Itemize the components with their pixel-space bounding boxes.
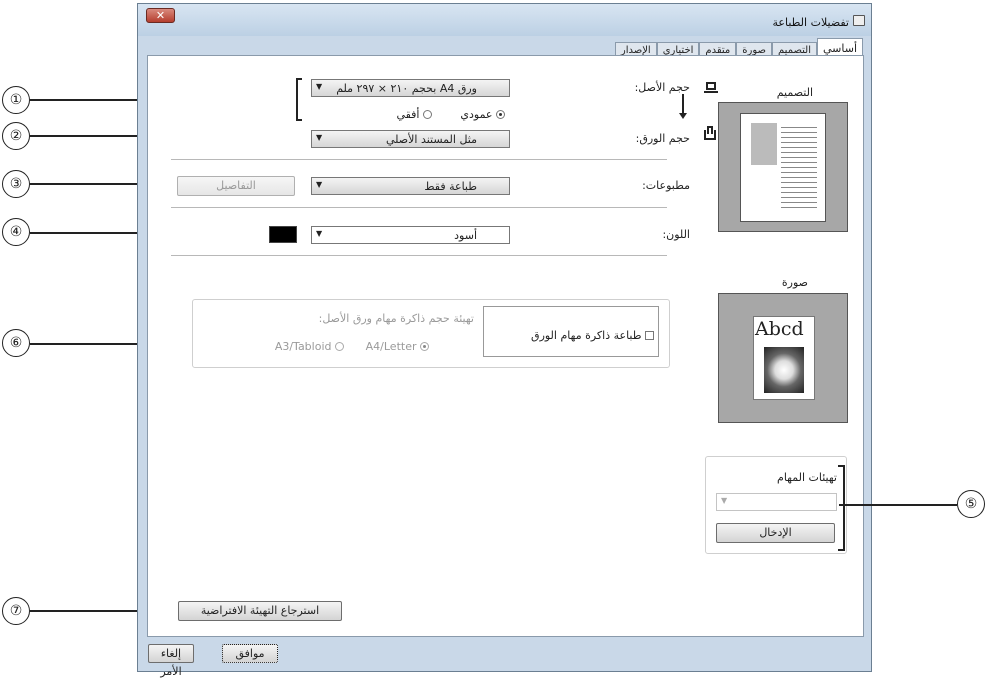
restore-defaults-button[interactable]: استرجاع التهيئة الافتراضية — [178, 601, 342, 621]
callout-5: ⑤ — [957, 490, 985, 518]
bracket-5 — [838, 465, 845, 551]
original-size-label: حجم الأصل: — [634, 81, 690, 94]
portrait-label: عمودي — [460, 108, 493, 121]
chevron-down-icon: ▼ — [316, 82, 323, 91]
printer-preferences-window: ✕ تفضيلات الطباعة أساسي التصميم صورة متق… — [137, 3, 872, 678]
paper-size-value: مثل المستند الأصلي — [385, 133, 477, 146]
checkbox-icon[interactable] — [645, 331, 654, 340]
paper-sheet-icon — [707, 126, 713, 134]
divider — [171, 255, 667, 256]
callout-5-line — [839, 504, 957, 506]
job-memory-group: طباعة ذاكرة مهام الورق تهيئة حجم ذاكرة م… — [192, 299, 670, 368]
paper-size-label: حجم الورق: — [635, 132, 690, 145]
image-block — [751, 123, 777, 165]
monitor-stand — [704, 91, 718, 93]
title-bar: ✕ تفضيلات الطباعة — [138, 4, 871, 36]
layout-preview-title: التصميم — [776, 86, 813, 99]
option-a3-tabloid[interactable]: A3/Tabloid — [275, 340, 344, 353]
a3-tabloid-label: A3/Tabloid — [274, 340, 332, 353]
bracket-1 — [296, 78, 302, 121]
cancel-button[interactable]: إلغاء الأمر — [148, 644, 194, 678]
close-button[interactable]: ✕ — [146, 8, 175, 23]
job-settings-group: تهيئات المهام ▼ الإدخال — [705, 456, 847, 554]
callout-2: ② — [2, 122, 30, 150]
a4-letter-radio[interactable] — [420, 342, 429, 351]
chevron-down-icon: ▼ — [316, 133, 323, 142]
callout-1: ① — [2, 86, 30, 114]
image-preview-title: صورة — [781, 276, 808, 289]
landscape-label: أفقي — [396, 108, 420, 121]
divider — [171, 159, 667, 160]
landscape-radio[interactable] — [423, 110, 432, 119]
output-value: طباعة فقط — [424, 180, 477, 193]
page-thumbnail — [740, 113, 826, 222]
portrait-radio[interactable] — [496, 110, 505, 119]
output-select[interactable]: ▼ طباعة فقط — [311, 177, 510, 195]
job-memory-checkbox-box: طباعة ذاكرة مهام الورق — [483, 306, 659, 357]
layout-preview — [718, 102, 848, 232]
job-settings-select[interactable]: ▼ — [716, 493, 837, 511]
color-label: اللون: — [662, 228, 690, 241]
printer-icon — [853, 15, 865, 26]
image-preview: Abcd — [718, 293, 848, 423]
output-label: مطبوعات: — [642, 179, 690, 192]
job-memory-description: تهيئة حجم ذاكرة مهام ورق الأصل: — [318, 312, 474, 325]
sample-text: Abcd — [755, 318, 804, 340]
monitor-icon — [706, 82, 716, 90]
color-swatch — [269, 226, 297, 243]
callout-6: ⑥ — [2, 329, 30, 357]
basic-tab-panel: حجم الأصل: ▼ ورق A4 بحجم ٢١٠ × ٢٩٧ ملم ع… — [147, 55, 864, 637]
a3-tabloid-radio[interactable] — [335, 342, 344, 351]
option-a4-letter[interactable]: A4/Letter — [366, 340, 429, 353]
paper-size-select[interactable]: ▼ مثل المستند الأصلي — [311, 130, 510, 148]
color-value: أسود — [454, 229, 477, 242]
divider — [171, 207, 667, 208]
callout-4: ④ — [2, 218, 30, 246]
original-size-value: ورق A4 بحجم ٢١٠ × ٢٩٧ ملم — [336, 82, 477, 95]
down-arrow-head — [679, 113, 687, 119]
job-memory-checkbox[interactable]: طباعة ذاكرة مهام الورق — [531, 329, 654, 342]
a4-letter-label: A4/Letter — [365, 340, 417, 353]
job-memory-checkbox-label: طباعة ذاكرة مهام الورق — [531, 329, 642, 342]
flower-image — [764, 347, 804, 393]
original-size-select[interactable]: ▼ ورق A4 بحجم ٢١٠ × ٢٩٧ ملم — [311, 79, 510, 97]
text-lines — [781, 123, 817, 211]
landscape-option[interactable]: أفقي — [396, 108, 432, 121]
callout-7: ⑦ — [2, 597, 30, 625]
enter-button[interactable]: الإدخال — [716, 523, 835, 543]
chevron-down-icon: ▼ — [721, 496, 728, 505]
ok-button[interactable]: موافق — [222, 644, 278, 663]
details-button[interactable]: التفاصيل — [177, 176, 295, 196]
chevron-down-icon: ▼ — [316, 229, 323, 238]
color-select[interactable]: ▼ أسود — [311, 226, 510, 244]
window-title: تفضيلات الطباعة — [772, 16, 849, 29]
chevron-down-icon: ▼ — [316, 180, 323, 189]
job-settings-title: تهيئات المهام — [777, 471, 837, 484]
callout-3: ③ — [2, 170, 30, 198]
portrait-option[interactable]: عمودي — [460, 108, 505, 121]
image-thumbnail: Abcd — [753, 316, 815, 400]
